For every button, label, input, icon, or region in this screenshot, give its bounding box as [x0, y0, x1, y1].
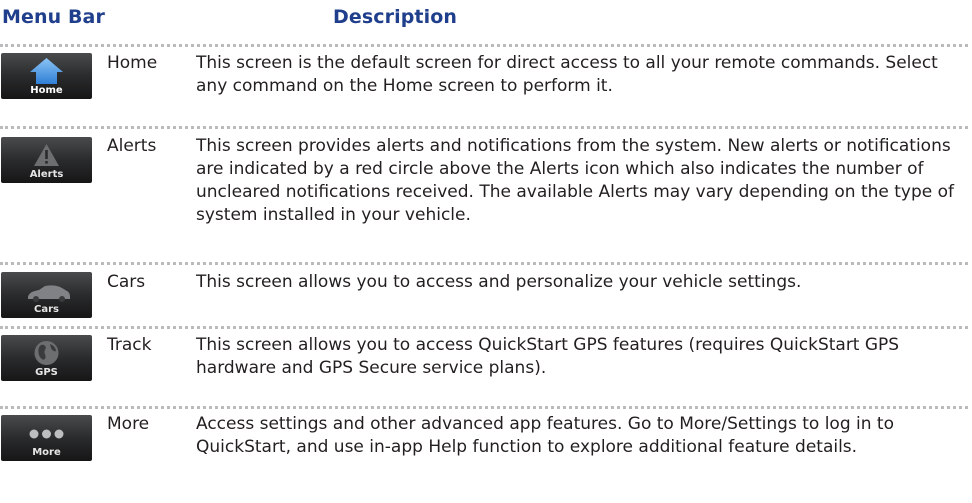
row-description-cars: This screen allows you to access and per…	[196, 272, 802, 292]
row-description-home: This screen is the default screen for di…	[196, 53, 938, 96]
row-label-track: Track	[107, 335, 152, 355]
row-divider	[0, 44, 968, 47]
description-header: Description	[333, 6, 457, 28]
row-description-more: Access settings and other advanced app f…	[196, 414, 894, 457]
car-icon[interactable]: Cars	[1, 272, 92, 318]
cars-icon-label: Cars	[34, 304, 59, 315]
row-divider	[0, 406, 968, 409]
row-divider	[0, 126, 968, 129]
row-description-track: This screen allows you to access QuickSt…	[196, 335, 900, 378]
gps-icon-label: GPS	[35, 367, 58, 378]
home-icon[interactable]: Home	[1, 53, 92, 99]
home-icon-label: Home	[30, 85, 63, 96]
globe-icon[interactable]: GPS	[1, 335, 92, 381]
alerts-icon-label: Alerts	[29, 169, 64, 180]
row-divider	[0, 262, 968, 265]
menu-bar-header: Menu Bar	[2, 6, 105, 28]
more-icon-label: More	[32, 447, 61, 458]
row-description-alerts: This screen provides alerts and notifica…	[196, 136, 955, 225]
alert-triangle-icon[interactable]: Alerts	[1, 137, 92, 183]
row-label-cars: Cars	[107, 272, 146, 292]
row-label-alerts: Alerts	[107, 136, 157, 156]
more-dots-icon[interactable]: More	[1, 415, 92, 461]
row-label-more: More	[107, 414, 150, 434]
row-label-home: Home	[107, 53, 158, 73]
row-divider	[0, 326, 968, 329]
